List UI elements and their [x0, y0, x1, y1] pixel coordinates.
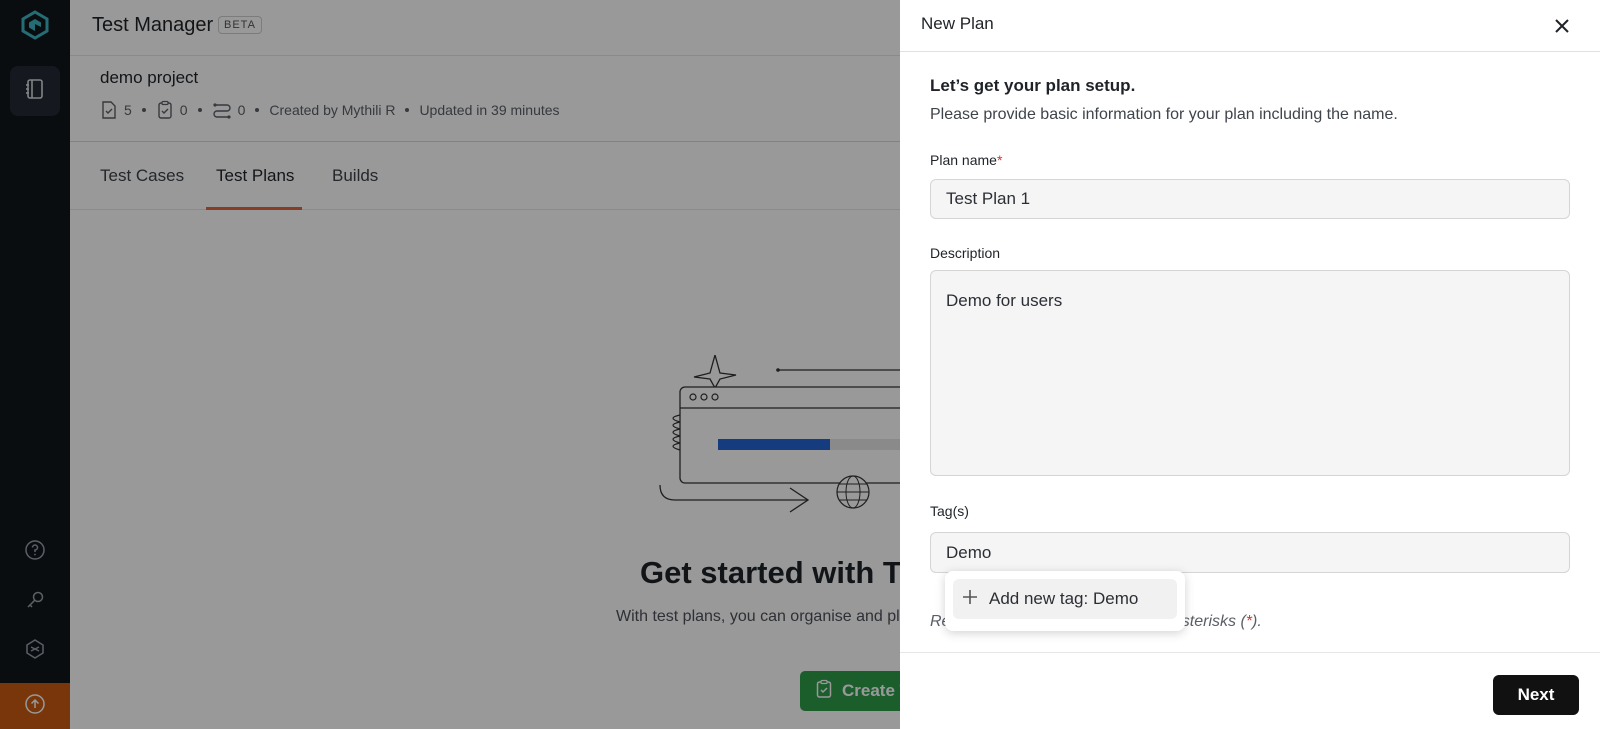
- tag-suggestions-dropdown: Add new tag: Demo: [945, 571, 1185, 631]
- modal-backdrop[interactable]: [0, 0, 900, 729]
- tags-input[interactable]: Demo: [930, 532, 1570, 573]
- drawer-footer: Next: [900, 652, 1600, 729]
- setup-description: Please provide basic information for you…: [930, 106, 1398, 123]
- tags-label: Tag(s): [930, 503, 969, 519]
- helper-close: ).: [1252, 613, 1262, 630]
- next-button[interactable]: Next: [1493, 675, 1579, 715]
- plus-icon: [963, 589, 977, 609]
- drawer-header: New Plan: [900, 0, 1600, 52]
- close-icon[interactable]: [1552, 16, 1572, 36]
- description-label: Description: [930, 245, 1001, 261]
- add-new-tag-option[interactable]: Add new tag: Demo: [953, 579, 1177, 619]
- plan-name-input[interactable]: Test Plan 1: [930, 179, 1570, 219]
- drawer-title: New Plan: [921, 14, 994, 33]
- setup-title: Let’s get your plan setup.: [930, 76, 1136, 95]
- plan-name-label: Plan name*: [930, 152, 1002, 168]
- plan-name-label-text: Plan name: [930, 152, 997, 168]
- description-value: Demo for users: [946, 291, 1063, 310]
- add-new-tag-label: Add new tag: Demo: [989, 589, 1139, 608]
- required-asterisk: *: [996, 152, 1003, 168]
- tags-value: Demo: [946, 542, 992, 562]
- plan-name-value: Test Plan 1: [946, 189, 1031, 208]
- new-plan-drawer: New Plan Let’s get your plan setup. Plea…: [900, 0, 1600, 729]
- description-textarea[interactable]: Demo for users: [930, 270, 1570, 476]
